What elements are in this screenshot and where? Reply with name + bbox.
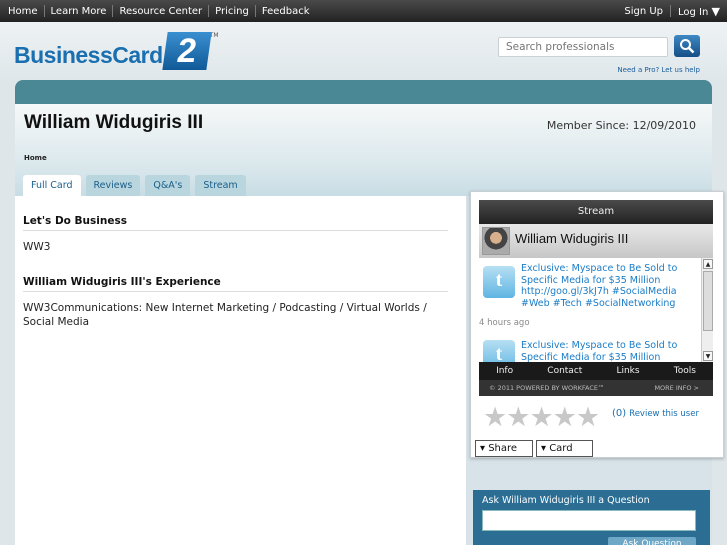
log-in-label: Log In <box>678 6 709 18</box>
rating-summary: (0) Review this user <box>612 408 699 419</box>
business-section-title: Let's Do Business <box>23 215 127 227</box>
search-button[interactable] <box>674 35 700 57</box>
businesscard2-logo[interactable]: BusinessCard 2 TM <box>14 32 219 70</box>
top-navigation-bar: Home Learn More Resource Center Pricing … <box>0 0 727 22</box>
ask-question-button[interactable]: Ask Question <box>608 537 696 545</box>
star-rating[interactable]: ★ ★ ★ ★ ★ <box>483 404 600 432</box>
ask-question-box: Ask William Widugiris III a Question Ask… <box>473 490 710 545</box>
search-input[interactable] <box>498 37 668 57</box>
tweet-time: 4 hours ago <box>479 318 530 328</box>
magnifier-icon <box>680 39 695 54</box>
triangle-down-icon: ▼ <box>711 4 720 18</box>
need-a-pro-link[interactable]: Need a Pro? Let us help <box>617 66 700 74</box>
widget-title: Stream <box>479 200 713 224</box>
tweet-text[interactable]: Exclusive: Myspace to Be Sold to Specifi… <box>521 263 699 309</box>
tweet-text[interactable]: Exclusive: Myspace to Be Sold to Specifi… <box>521 340 699 362</box>
widget-menu: Info Contact Links Tools <box>479 362 713 380</box>
stream-widget: Stream William Widugiris III t Exclusive… <box>470 191 724 458</box>
widget-username: William Widugiris III <box>515 231 629 246</box>
tab-full-card[interactable]: Full Card <box>23 175 81 198</box>
widget-menu-tools[interactable]: Tools <box>674 366 696 376</box>
sign-up-link[interactable]: Sign Up <box>617 6 670 17</box>
more-info-link[interactable]: MORE INFO > <box>654 380 699 396</box>
tweet-feed[interactable]: t Exclusive: Myspace to Be Sold to Speci… <box>479 258 701 362</box>
breadcrumb[interactable]: Home <box>24 154 47 162</box>
top-nav-links: Home Learn More Resource Center Pricing … <box>2 0 316 22</box>
question-input[interactable] <box>482 510 696 531</box>
section-divider <box>23 230 448 231</box>
review-this-user-link[interactable]: Review this user <box>629 409 699 419</box>
powered-by-text: © 2011 POWERED BY WORKFACE™ <box>489 384 605 392</box>
member-since: Member Since: 12/09/2010 <box>546 119 696 132</box>
rating-count: (0) <box>612 408 627 419</box>
action-buttons: ▾ Share ▾ Card <box>475 440 596 457</box>
log-in-link[interactable]: Log In ▼ <box>671 5 727 18</box>
scroll-up-arrow-icon[interactable]: ▲ <box>703 259 713 269</box>
tab-reviews[interactable]: Reviews <box>85 175 141 196</box>
scroll-thumb[interactable] <box>703 271 713 331</box>
avatar <box>482 227 510 255</box>
star-icon[interactable]: ★ <box>553 404 577 432</box>
star-icon[interactable]: ★ <box>576 404 600 432</box>
widget-user-bar: William Widugiris III <box>479 224 713 258</box>
profile-name: William Widugiris III <box>24 112 204 133</box>
widget-menu-links[interactable]: Links <box>616 366 639 376</box>
feed-scrollbar[interactable]: ▲ ▼ <box>701 258 713 362</box>
star-icon[interactable]: ★ <box>506 404 530 432</box>
share-button[interactable]: ▾ Share <box>475 440 533 457</box>
nav-resource-center-link[interactable]: Resource Center <box>113 6 208 17</box>
tab-qa[interactable]: Q&A's <box>145 175 191 196</box>
nav-feedback-link[interactable]: Feedback <box>256 6 316 17</box>
logo-wordmark: BusinessCard <box>14 42 163 68</box>
scroll-down-arrow-icon[interactable]: ▼ <box>703 351 713 361</box>
widget-menu-info[interactable]: Info <box>496 366 513 376</box>
widget-footer: © 2011 POWERED BY WORKFACE™ MORE INFO > <box>479 380 713 396</box>
section-divider <box>23 291 448 292</box>
nav-pricing-link[interactable]: Pricing <box>209 6 255 17</box>
star-icon[interactable]: ★ <box>483 404 507 432</box>
profile-tabs: Full Card Reviews Q&A's Stream <box>23 175 251 198</box>
ask-question-label: Ask William Widugiris III a Question <box>482 495 650 506</box>
logo-number: 2 <box>162 32 212 70</box>
twitter-icon: t <box>483 266 515 298</box>
profile-content: Let's Do Business WW3 William Widugiris … <box>15 196 466 545</box>
experience-section-text: WW3Communications: New Internet Marketin… <box>23 302 427 328</box>
star-icon[interactable]: ★ <box>529 404 553 432</box>
account-links: Sign Up Log In ▼ <box>617 0 727 22</box>
twitter-icon: t <box>483 340 515 362</box>
profile-header: William Widugiris III Member Since: 12/0… <box>15 104 712 198</box>
tab-stream[interactable]: Stream <box>195 175 246 196</box>
card-button[interactable]: ▾ Card <box>536 440 593 457</box>
widget-frame: Stream William Widugiris III t Exclusive… <box>479 200 713 396</box>
business-section-text: WW3 <box>23 241 51 253</box>
profile-banner <box>15 80 712 104</box>
nav-learn-more-link[interactable]: Learn More <box>45 6 113 17</box>
nav-home-link[interactable]: Home <box>2 6 44 17</box>
widget-menu-contact[interactable]: Contact <box>547 366 582 376</box>
experience-section-title: William Widugiris III's Experience <box>23 276 221 288</box>
